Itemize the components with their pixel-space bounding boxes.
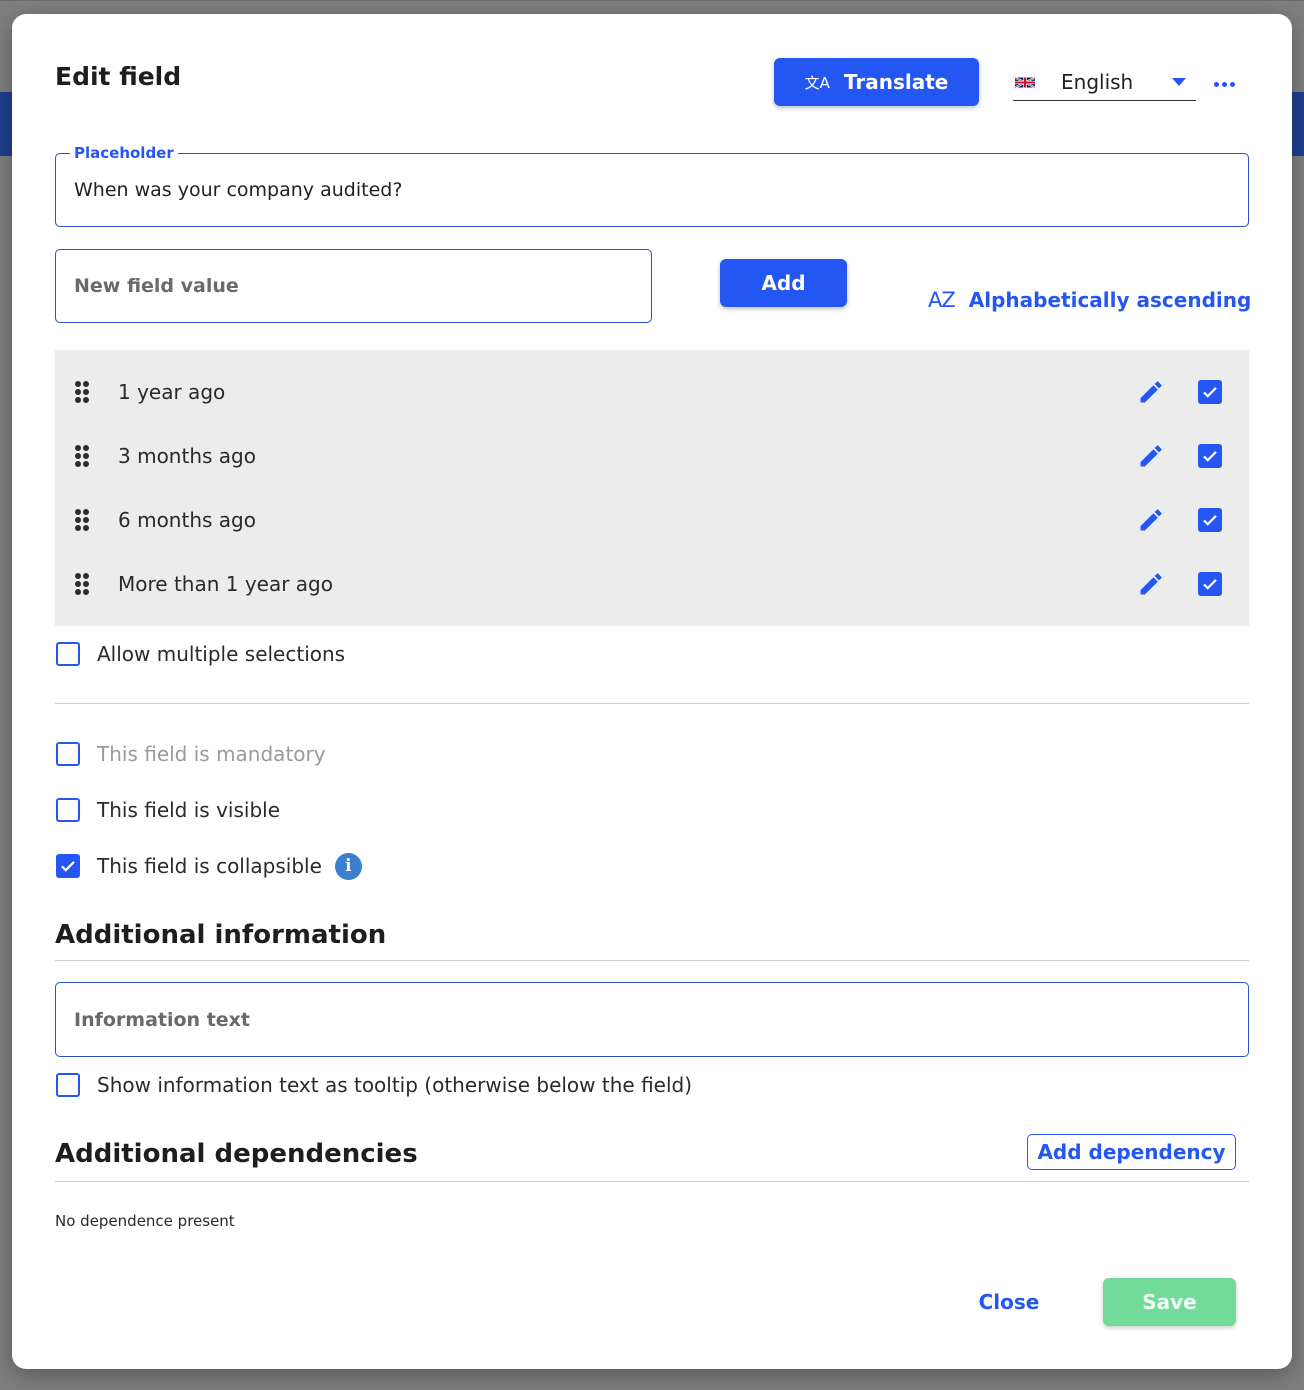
checkmark-icon (1203, 515, 1217, 526)
value-enabled-checkbox[interactable] (1198, 380, 1222, 404)
collapsible-label: This field is collapsible (97, 854, 322, 878)
bg-divider (0, 0, 1304, 1)
uk-flag-icon (1015, 76, 1035, 88)
add-value-button[interactable]: Add (720, 259, 847, 307)
sort-az-icon: AZ (928, 288, 956, 312)
visible-checkbox[interactable] (56, 798, 80, 822)
mandatory-checkbox[interactable] (56, 742, 80, 766)
bg-header-strip-left (0, 92, 12, 156)
list-item: 1 year ago (55, 360, 1249, 424)
translate-button[interactable]: 文A Translate (774, 58, 979, 106)
tooltip-checkbox[interactable] (56, 1073, 80, 1097)
mandatory-label: This field is mandatory (97, 742, 326, 766)
drag-handle-icon[interactable] (75, 445, 89, 467)
dialog-title: Edit field (55, 62, 182, 91)
collapsible-checkbox[interactable] (56, 854, 80, 878)
allow-multiple-checkbox[interactable] (56, 642, 80, 666)
mandatory-option: This field is mandatory (56, 740, 326, 768)
new-field-value-field (55, 249, 652, 323)
edit-field-dialog: Edit field 文A Translate English Placehol… (12, 14, 1292, 1369)
tooltip-option: Show information text as tooltip (otherw… (56, 1071, 692, 1099)
information-text-input[interactable] (56, 983, 1248, 1056)
pencil-icon[interactable] (1137, 442, 1165, 470)
translate-icon: 文A (804, 73, 830, 92)
section-divider (55, 960, 1249, 961)
more-options-icon[interactable] (1211, 74, 1237, 94)
sort-label: Alphabetically ascending (968, 288, 1252, 312)
list-item: More than 1 year ago (55, 552, 1249, 616)
checkmark-icon (1203, 451, 1217, 462)
section-divider (55, 703, 1249, 704)
pencil-icon[interactable] (1137, 506, 1165, 534)
bg-header-strip-right (1292, 92, 1304, 156)
visible-option: This field is visible (56, 796, 280, 824)
drag-handle-icon[interactable] (75, 509, 89, 531)
save-button[interactable]: Save (1103, 1278, 1236, 1326)
checkmark-icon (1203, 387, 1217, 398)
sort-alphabetically-button[interactable]: AZ Alphabetically ascending (928, 284, 1251, 316)
allow-multiple-option: Allow multiple selections (56, 640, 345, 668)
pencil-icon[interactable] (1137, 378, 1165, 406)
no-dependence-text: No dependence present (55, 1212, 235, 1230)
additional-dependencies-title: Additional dependencies (55, 1139, 418, 1169)
checkmark-icon (1203, 579, 1217, 590)
collapsible-option: This field is collapsible i (56, 852, 362, 880)
allow-multiple-label: Allow multiple selections (97, 642, 346, 666)
tooltip-label: Show information text as tooltip (otherw… (97, 1073, 693, 1097)
value-label: 6 months ago (118, 508, 256, 532)
value-label: More than 1 year ago (118, 572, 333, 596)
value-enabled-checkbox[interactable] (1198, 444, 1222, 468)
add-dependency-button[interactable]: Add dependency (1027, 1134, 1236, 1170)
checkmark-icon (61, 861, 75, 872)
drag-handle-icon[interactable] (75, 573, 89, 595)
value-label: 3 months ago (118, 444, 256, 468)
field-values-list: 1 year ago 3 months ago 6 months ago Mor… (55, 350, 1249, 626)
list-item: 6 months ago (55, 488, 1249, 552)
chevron-down-icon (1172, 78, 1186, 86)
list-item: 3 months ago (55, 424, 1249, 488)
placeholder-field-label: Placeholder (70, 144, 178, 162)
placeholder-field: Placeholder (55, 144, 1249, 227)
visible-label: This field is visible (97, 798, 280, 822)
language-label: English (1061, 70, 1134, 94)
additional-information-title: Additional information (55, 920, 387, 950)
value-label: 1 year ago (118, 380, 226, 404)
drag-handle-icon[interactable] (75, 381, 89, 403)
translate-button-label: Translate (843, 70, 949, 94)
placeholder-input[interactable] (56, 154, 1248, 226)
info-icon[interactable]: i (334, 852, 362, 880)
close-button[interactable]: Close (964, 1280, 1054, 1324)
new-field-value-input[interactable] (56, 250, 651, 322)
pencil-icon[interactable] (1137, 570, 1165, 598)
value-enabled-checkbox[interactable] (1198, 572, 1222, 596)
language-select[interactable]: English (1013, 64, 1196, 101)
information-text-field (55, 982, 1249, 1057)
section-divider (55, 1181, 1249, 1182)
value-enabled-checkbox[interactable] (1198, 508, 1222, 532)
